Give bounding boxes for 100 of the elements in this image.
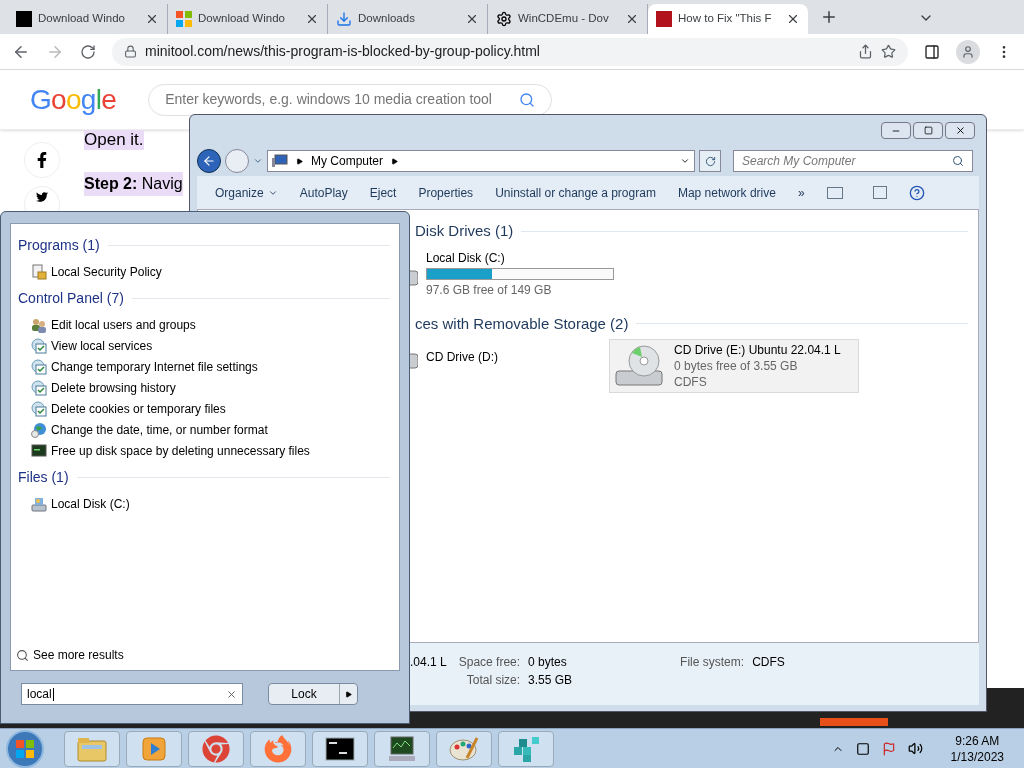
share-icon[interactable] — [858, 44, 873, 59]
refresh-button[interactable] — [699, 150, 721, 172]
maximize-button[interactable] — [913, 122, 943, 139]
search-result[interactable]: Edit local users and groups — [31, 314, 390, 335]
toolbar-button[interactable]: Eject — [369, 183, 397, 202]
paint-palette-icon — [449, 735, 479, 762]
start-search-field[interactable]: local — [21, 683, 243, 705]
arrow-icon[interactable] — [345, 690, 352, 698]
screen-icon — [31, 443, 47, 458]
minimize-button[interactable] — [881, 122, 911, 139]
group-header[interactable]: Disk Drives (1) — [415, 220, 514, 243]
group-header[interactable]: ces with Removable Storage (2) — [415, 312, 629, 335]
article-text: Open it. — [84, 130, 144, 150]
more-commands-button[interactable]: » — [797, 183, 805, 202]
clock-date[interactable]: 1/13/2023 — [950, 748, 1004, 765]
toolbar-button[interactable]: Properties — [418, 183, 474, 202]
search-result[interactable]: Change the date, time, or number format — [31, 419, 390, 440]
start-button[interactable] — [6, 729, 44, 768]
detail-label: Space free: — [458, 654, 521, 671]
taskbar-button[interactable] — [312, 730, 368, 767]
toolbar-button[interactable]: Map network drive — [677, 183, 776, 202]
search-result[interactable]: Delete cookies or temporary files — [31, 398, 390, 419]
preview-pane-icon[interactable] — [872, 186, 887, 199]
close-icon[interactable] — [305, 12, 319, 26]
help-icon[interactable] — [908, 184, 925, 201]
close-icon — [954, 125, 966, 136]
toolbar-button[interactable]: Uninstall or change a program — [495, 183, 656, 202]
history-dropdown-icon[interactable] — [253, 156, 263, 166]
article-text: Step 2: Navig — [84, 172, 183, 196]
cubes-icon — [511, 734, 541, 763]
drive-icon — [31, 495, 47, 512]
close-icon[interactable] — [786, 12, 800, 26]
clock-time[interactable]: 9:26 AM — [955, 732, 1000, 749]
four-squares-icon — [176, 11, 192, 27]
drive-tile[interactable]: CD Drive (E:) Ubuntu 22.04.1 L 0 bytes free of 3.55 GB CDFS — [609, 339, 859, 393]
search-result[interactable]: Local Security Policy — [31, 261, 390, 282]
breadcrumb[interactable]: My Computer — [311, 152, 384, 170]
windows-logo-icon — [16, 739, 34, 758]
volume-icon[interactable] — [907, 741, 923, 756]
search-result[interactable]: Delete browsing history — [31, 377, 390, 398]
search-result[interactable]: View local services — [31, 335, 390, 356]
square-logo-icon — [656, 11, 672, 27]
address-dropdown-icon[interactable] — [680, 156, 690, 166]
see-more-results-link[interactable]: See more results — [33, 646, 124, 664]
detail-label: File system: — [680, 654, 745, 671]
tab-title: Downloads — [358, 11, 416, 27]
view-options-icon[interactable] — [826, 186, 843, 199]
close-icon[interactable] — [145, 12, 159, 26]
taskbar-button[interactable] — [374, 730, 430, 767]
bookmark-star-icon[interactable] — [881, 44, 896, 59]
maximize-icon — [923, 126, 933, 135]
download-icon — [336, 11, 352, 27]
search-text: local — [27, 686, 52, 703]
search-result[interactable]: Free up disk space by deleting unnecessary files — [31, 440, 390, 461]
close-button[interactable] — [945, 122, 975, 139]
browser-tab[interactable]: How to Fix "This F — [648, 4, 808, 34]
tab-title: WinCDEmu - Dov — [518, 11, 610, 27]
search-icon[interactable] — [519, 91, 536, 108]
explorer-search-field[interactable]: Search My Computer — [733, 150, 973, 172]
detail-value: CDFS — [752, 654, 785, 671]
drive-free-space: 97.6 GB free of 149 GB — [426, 281, 553, 298]
search-result[interactable]: Local Disk (C:) — [31, 493, 390, 514]
clear-icon[interactable] — [226, 688, 237, 700]
detail-value: 3.55 GB — [528, 672, 573, 689]
address-bar[interactable]: minitool.com/news/this-program-is-blocked-by-group-policy.html — [112, 37, 908, 66]
search-placeholder: Enter keywords, e.g. windows 10 media creation tool — [165, 90, 493, 109]
tab-title: Download Windo — [198, 11, 286, 27]
address-field[interactable]: My Computer — [267, 150, 695, 172]
toolbar-button[interactable]: Organize — [215, 183, 278, 202]
gear-icon — [496, 11, 512, 27]
detail-value: 0 bytes — [528, 654, 568, 671]
profile-avatar[interactable] — [956, 39, 980, 64]
flag-icon[interactable] — [881, 741, 896, 756]
checklist-icon — [31, 379, 47, 396]
search-result[interactable]: Change temporary Internet file settings — [31, 356, 390, 377]
section-header: Programs (1) — [18, 236, 100, 255]
media-player-icon — [141, 735, 167, 762]
tab-title: Download Windo — [38, 11, 126, 27]
checklist-icon — [31, 400, 47, 417]
close-icon[interactable] — [625, 12, 639, 26]
lock-button[interactable]: Lock — [268, 683, 358, 705]
refresh-icon — [704, 155, 716, 167]
side-panel-icon[interactable] — [924, 43, 940, 60]
checklist-icon — [31, 337, 47, 354]
computer-icon — [272, 154, 288, 168]
file-system-label: CDFS — [674, 374, 708, 390]
url-text: minitool.com/news/this-program-is-blocked-by-group-policy.html — [145, 42, 541, 61]
toolbar-button[interactable]: AutoPlay — [299, 183, 348, 202]
network-icon[interactable] — [855, 741, 870, 756]
terminal-icon — [325, 736, 355, 761]
reload-icon[interactable] — [80, 43, 96, 60]
back-button[interactable] — [197, 149, 221, 173]
logo[interactable]: Google — [30, 78, 117, 121]
drive-name: .04.1 L — [410, 654, 447, 671]
globe-icon — [31, 421, 47, 438]
new-tab-icon[interactable] — [820, 8, 838, 26]
browser-icon — [202, 734, 230, 763]
close-icon[interactable] — [465, 12, 479, 26]
bird-icon — [36, 191, 48, 203]
section-header: Files (1) — [18, 468, 69, 487]
